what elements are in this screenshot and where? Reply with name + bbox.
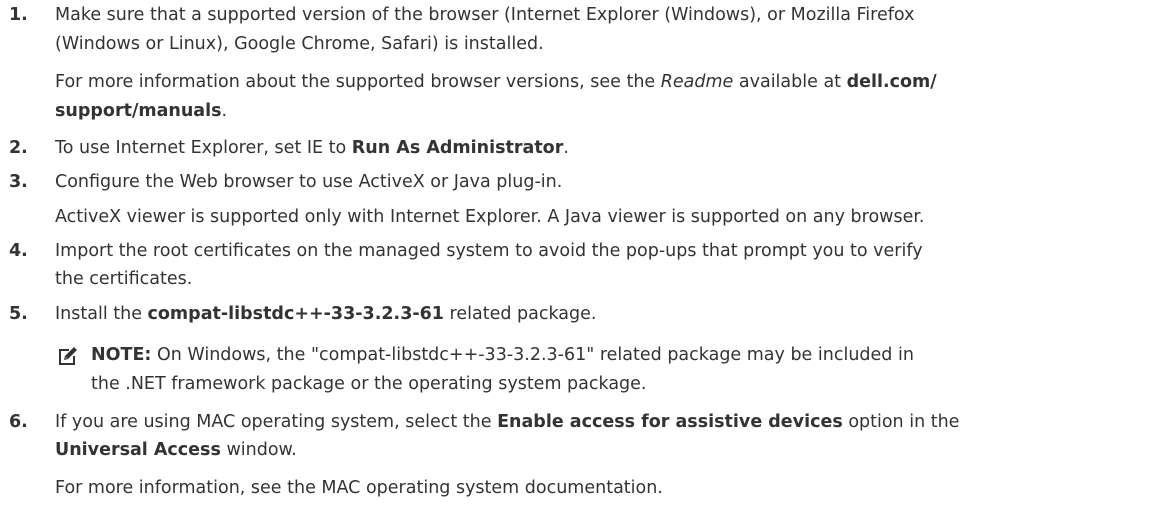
step-info: For more information, see the MAC operat…: [55, 478, 663, 498]
step-number: 4.: [9, 241, 28, 261]
step-number: 5.: [9, 304, 28, 324]
step-text: Universal Access window.: [55, 440, 297, 460]
step-info: ActiveX viewer is supported only with In…: [55, 207, 925, 227]
document-page: 1. Make sure that a supported version of…: [0, 0, 1150, 530]
support-link: support/manuals: [55, 101, 222, 121]
step-info: support/manuals.: [55, 101, 228, 121]
note-text: the .NET framework package or the operat…: [91, 374, 647, 394]
step-text: the certificates.: [55, 269, 193, 289]
note-text: NOTE: On Windows, the "compat-libstdc++-…: [91, 345, 914, 365]
step-number: 1.: [9, 5, 28, 25]
note-label: NOTE:: [91, 345, 152, 365]
pencil-note-icon: [56, 346, 78, 368]
step-text: If you are using MAC operating system, s…: [55, 412, 960, 432]
step-text: Make sure that a supported version of th…: [55, 5, 915, 25]
step-number: 2.: [9, 138, 28, 158]
step-text: Import the root certificates on the mana…: [55, 241, 923, 261]
step-number: 3.: [9, 172, 28, 192]
support-link: dell.com/: [846, 72, 937, 92]
step-text: To use Internet Explorer, set IE to Run …: [55, 138, 569, 158]
readme-reference: Readme: [660, 72, 734, 92]
step-info: For more information about the supported…: [55, 72, 937, 92]
step-number: 6.: [9, 412, 28, 432]
step-text: (Windows or Linux), Google Chrome, Safar…: [55, 34, 544, 54]
step-text: Configure the Web browser to use ActiveX…: [55, 172, 563, 192]
step-text: Install the compat-libstdc++-33-3.2.3-61…: [55, 304, 597, 324]
